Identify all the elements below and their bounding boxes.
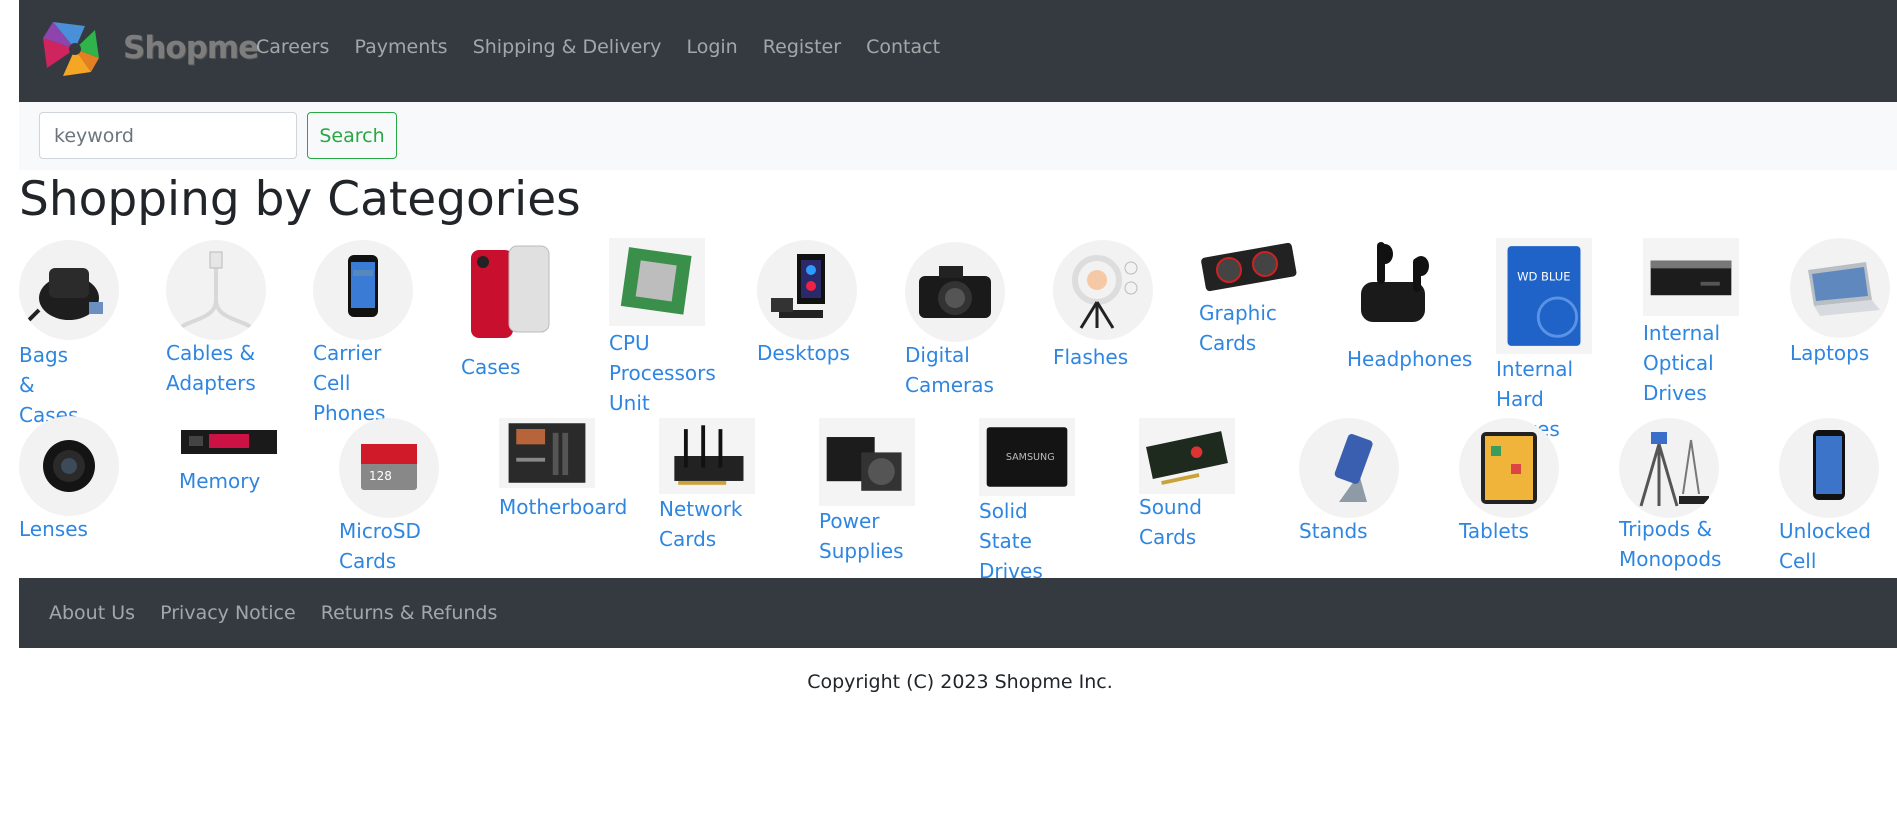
svg-text:SAMSUNG: SAMSUNG [1006,452,1055,463]
category-label: Graphic Cards [1199,301,1277,355]
category-label: Flashes [1053,345,1129,369]
footer-about-us[interactable]: About Us [49,602,135,624]
network-card-icon [659,418,755,494]
category-label: Tripods & Monopods [1619,517,1722,571]
category-label: MicroSD Cards [339,519,421,573]
footer-returns-refunds[interactable]: Returns & Refunds [321,602,498,624]
optical-drive-icon [1643,238,1739,316]
hard-drive-icon: WD BLUE [1496,238,1592,354]
search-button[interactable]: Search [307,112,397,159]
category-label: Internal Optical Drives [1643,321,1721,405]
category-label: Carrier Cell Phones [313,341,386,425]
ring-light-icon [1053,240,1153,340]
category-label: Stands [1299,519,1368,543]
category-label: Solid State Drives [979,499,1043,583]
copyright-text: Copyright (C) 2023 Shopme Inc. [807,671,1113,693]
tablet-icon [1459,418,1559,518]
nav-login[interactable]: Login [686,36,737,58]
phone-stand-icon [1299,418,1399,518]
unlocked-phone-icon [1779,418,1879,518]
bag-icon [19,240,119,340]
tripod-icon [1619,418,1719,518]
sound-card-icon [1139,418,1235,494]
svg-text:128: 128 [369,469,392,483]
lens-icon [19,416,119,516]
cpu-icon [609,238,705,326]
category-label: Digital Cameras [905,343,994,397]
sd-card-icon: 128 [339,418,439,518]
power-supply-icon [819,418,915,506]
nav-careers[interactable]: Careers [256,36,329,58]
motherboard-icon [499,418,595,488]
category-label: Cables & Adapters [166,341,256,395]
cable-icon [166,240,266,340]
category-label: Cases [461,355,521,379]
footer-links: About Us Privacy Notice Returns & Refund… [49,602,517,624]
footer-privacy-notice[interactable]: Privacy Notice [160,602,296,624]
footer-navbar: About Us Privacy Notice Returns & Refund… [19,578,1897,648]
ssd-stick-icon [179,422,279,460]
laptop-icon [1790,238,1890,338]
svg-text:WD BLUE: WD BLUE [1517,270,1570,284]
top-navbar: Shopme Careers Payments Shipping & Deliv… [19,0,1897,102]
page: Shopme Careers Payments Shipping & Deliv… [0,0,1897,836]
phone-case-icon [461,244,561,344]
brand-name: Shopme [123,30,259,66]
camera-icon [905,242,1005,342]
nav-shipping-delivery[interactable]: Shipping & Delivery [473,36,662,58]
shopme-logo[interactable]: Shopme [39,16,259,82]
phone-icon [313,240,413,340]
category-label: Headphones [1347,347,1473,371]
nav-register[interactable]: Register [763,36,841,58]
category-label: Tablets [1459,519,1529,543]
search-bar: Search [19,102,1897,170]
category-label: CPU Processors Unit [609,331,716,415]
earbuds-icon [1347,236,1447,336]
page-title: Shopping by Categories [19,172,581,227]
nav-payments[interactable]: Payments [355,36,448,58]
category-label: Laptops [1790,341,1870,365]
main-nav: Careers Payments Shipping & Delivery Log… [256,36,960,58]
category-label: Network Cards [659,497,743,551]
category-label: Sound Cards [1139,495,1202,549]
ssd-icon: SAMSUNG [979,418,1075,496]
category-label: Lenses [19,517,88,541]
logo-pinwheel-icon [43,22,99,76]
category-label: Power Supplies [819,509,904,563]
category-label: Memory [179,469,261,493]
category-label: Motherboard [499,495,628,519]
graphic-card-icon [1199,236,1299,302]
search-input[interactable] [39,112,297,159]
category-label: Desktops [757,341,850,365]
nav-contact[interactable]: Contact [866,36,940,58]
desktop-icon [757,240,857,340]
